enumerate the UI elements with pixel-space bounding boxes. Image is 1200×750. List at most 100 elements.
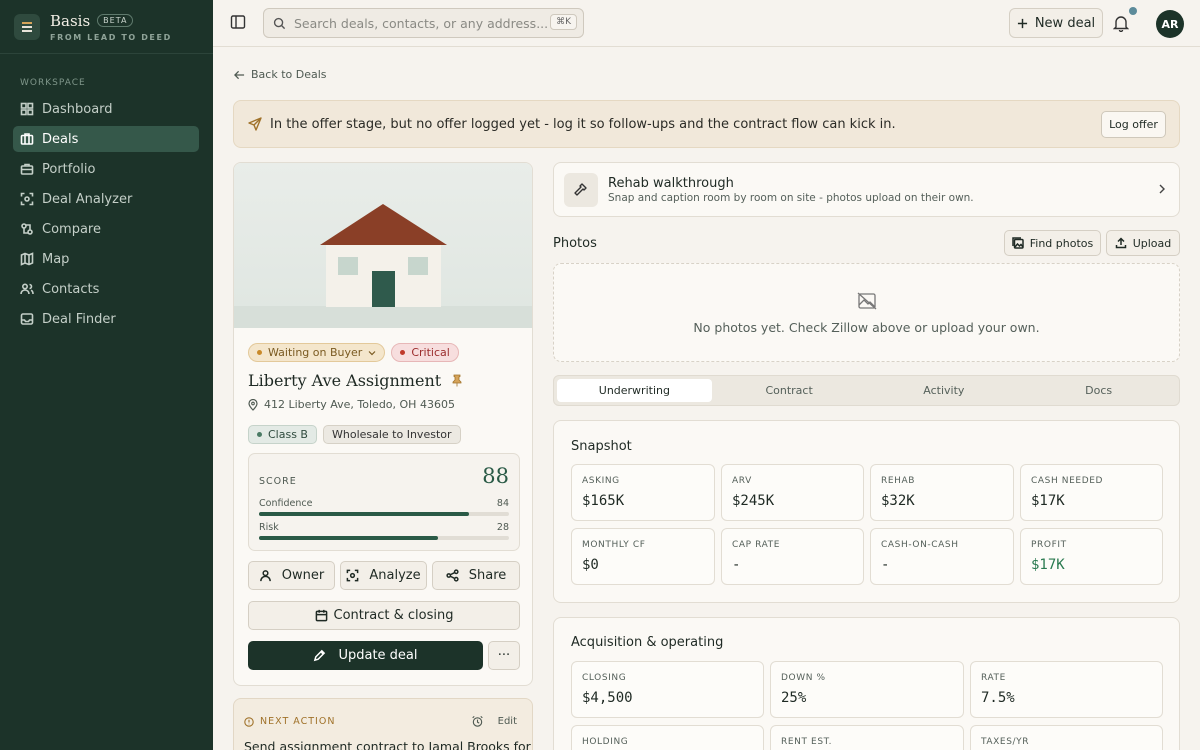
find-photos-button[interactable]: Find photos	[1004, 230, 1101, 256]
tab-docs[interactable]: Docs	[1021, 379, 1176, 402]
alarm-clock-icon[interactable]	[471, 715, 484, 728]
images-icon	[1012, 237, 1024, 249]
priority-badge: Critical	[391, 343, 459, 362]
score-value: 88	[482, 464, 509, 488]
field-rate[interactable]: RATE 7.5%	[970, 661, 1163, 718]
new-deal-button[interactable]: New deal	[1009, 8, 1103, 38]
search-input[interactable]	[294, 15, 549, 31]
app-name: Basis	[50, 11, 91, 30]
pin-icon[interactable]	[451, 374, 463, 387]
search-bar[interactable]: ⌘K	[263, 8, 584, 38]
acquisition-title: Acquisition & operating	[571, 635, 724, 650]
sidebar-item-label: Deal Analyzer	[42, 191, 133, 207]
metric-value: $245K	[732, 493, 775, 509]
next-action-text: Send assignment contract to Jamal Brooks…	[244, 739, 531, 750]
deal-title: Liberty Ave Assignment	[248, 371, 442, 390]
sidebar-item-portfolio[interactable]: Portfolio	[13, 156, 199, 182]
owner-button[interactable]: Owner	[248, 561, 335, 590]
next-action-edit[interactable]: Edit	[471, 715, 517, 728]
edit-label: Edit	[497, 716, 517, 727]
sidebar-item-deal-analyzer[interactable]: Deal Analyzer	[13, 186, 199, 212]
rehab-subtitle: Snap and caption room by room on site - …	[608, 192, 974, 204]
field-holding[interactable]: HOLDING	[571, 725, 764, 750]
field-value: 7.5%	[981, 690, 1015, 706]
metric-value: $17K	[1031, 557, 1065, 573]
metric-cap-rate: CAP RATE -	[721, 528, 864, 585]
metric-label: MONTHLY CF	[582, 540, 646, 550]
sidebar-item-label: Contacts	[42, 281, 100, 297]
confidence-bar-fill	[259, 512, 469, 516]
sidebar-item-compare[interactable]: Compare	[13, 216, 199, 242]
property-image	[234, 163, 532, 328]
brand: Basis BETA FROM LEAD TO DEED	[0, 0, 213, 54]
status-chip-label: Waiting on Buyer	[268, 346, 363, 359]
tab-underwriting[interactable]: Underwriting	[557, 379, 712, 402]
snapshot-section: Snapshot ASKING $165K ARV $245K REHAB $3…	[553, 420, 1180, 603]
class-badge: Class B	[248, 425, 317, 444]
search-shortcut-badge: ⌘K	[550, 14, 577, 30]
deal-card: Waiting on Buyer Critical Liberty Ave As…	[233, 162, 533, 686]
photos-empty-text: No photos yet. Check Zillow above or upl…	[693, 320, 1040, 335]
sidebar-item-map[interactable]: Map	[13, 246, 199, 272]
sidebar-item-label: Deals	[42, 131, 79, 147]
sidebar-item-deal-finder[interactable]: Deal Finder	[13, 306, 199, 332]
status-dropdown[interactable]: Waiting on Buyer	[248, 343, 386, 362]
portfolio-icon	[20, 163, 34, 175]
strategy-badge: Wholesale to Investor	[322, 425, 461, 444]
deal-title-row: Liberty Ave Assignment	[248, 371, 463, 390]
photos-empty-state: No photos yet. Check Zillow above or upl…	[553, 263, 1180, 362]
no-image-icon	[857, 292, 877, 310]
tab-activity[interactable]: Activity	[867, 379, 1022, 402]
field-label: RENT EST.	[781, 737, 833, 747]
status-chips: Waiting on Buyer Critical	[248, 343, 465, 362]
metric-label: CASH-ON-CASH	[881, 540, 959, 550]
scan-icon	[20, 192, 34, 206]
hammer-icon	[564, 173, 598, 207]
share-button[interactable]: Share	[432, 561, 520, 590]
metric-cash-needed: CASH NEEDED $17K	[1020, 464, 1163, 521]
sidebar-toggle-icon[interactable]	[230, 14, 246, 30]
risk-value: 28	[496, 522, 509, 533]
sidebar-item-deals[interactable]: Deals	[13, 126, 199, 152]
notification-dot	[1129, 7, 1137, 15]
more-options-button[interactable]: ···	[488, 641, 520, 670]
sidebar-item-contacts[interactable]: Contacts	[13, 276, 199, 302]
offer-banner: In the offer stage, but no offer logged …	[233, 100, 1180, 148]
update-deal-button[interactable]: Update deal	[248, 641, 483, 670]
briefcase-icon	[20, 133, 34, 145]
avatar[interactable]: AR	[1156, 10, 1184, 38]
field-taxes-yr[interactable]: TAXES/YR	[970, 725, 1163, 750]
metric-value: $0	[582, 557, 599, 573]
risk-bar	[259, 536, 509, 540]
metric-label: PROFIT	[1031, 540, 1067, 550]
metric-profit: PROFIT $17K	[1020, 528, 1163, 585]
risk-bar-fill	[259, 536, 439, 540]
back-to-deals-link[interactable]: Back to Deals	[234, 68, 327, 81]
contract-closing-button[interactable]: Contract & closing	[248, 601, 520, 630]
field-down-percent[interactable]: DOWN % 25%	[770, 661, 964, 718]
field-rent-est[interactable]: RENT EST.	[770, 725, 964, 750]
owner-label: Owner	[281, 568, 325, 583]
analyze-button[interactable]: Analyze	[340, 561, 427, 590]
field-value: 25%	[781, 690, 807, 706]
banner-text: In the offer stage, but no offer logged …	[270, 116, 896, 132]
workspace-label: WORKSPACE	[20, 78, 86, 88]
metric-label: CAP RATE	[732, 540, 781, 550]
arrow-left-icon	[234, 70, 245, 79]
metric-monthly-cf: MONTHLY CF $0	[571, 528, 715, 585]
logo-icon[interactable]	[14, 13, 40, 40]
next-action-label: NEXT ACTION	[260, 716, 336, 727]
rehab-walkthrough-card[interactable]: Rehab walkthrough Snap and caption room …	[553, 162, 1180, 217]
log-offer-button[interactable]: Log offer	[1101, 111, 1166, 138]
sidebar-item-label: Dashboard	[42, 101, 113, 117]
tab-contract[interactable]: Contract	[712, 379, 867, 402]
metric-value: $165K	[582, 493, 625, 509]
confidence-metric: Confidence 84	[259, 498, 509, 516]
sidebar-item-dashboard[interactable]: Dashboard	[13, 96, 199, 122]
field-label: TAXES/YR	[981, 737, 1030, 747]
bell-icon[interactable]	[1113, 14, 1129, 32]
sidebar-item-label: Deal Finder	[42, 311, 116, 327]
upload-button[interactable]: Upload	[1106, 230, 1180, 256]
chevron-down-icon	[368, 350, 376, 355]
field-closing[interactable]: CLOSING $4,500	[571, 661, 764, 718]
